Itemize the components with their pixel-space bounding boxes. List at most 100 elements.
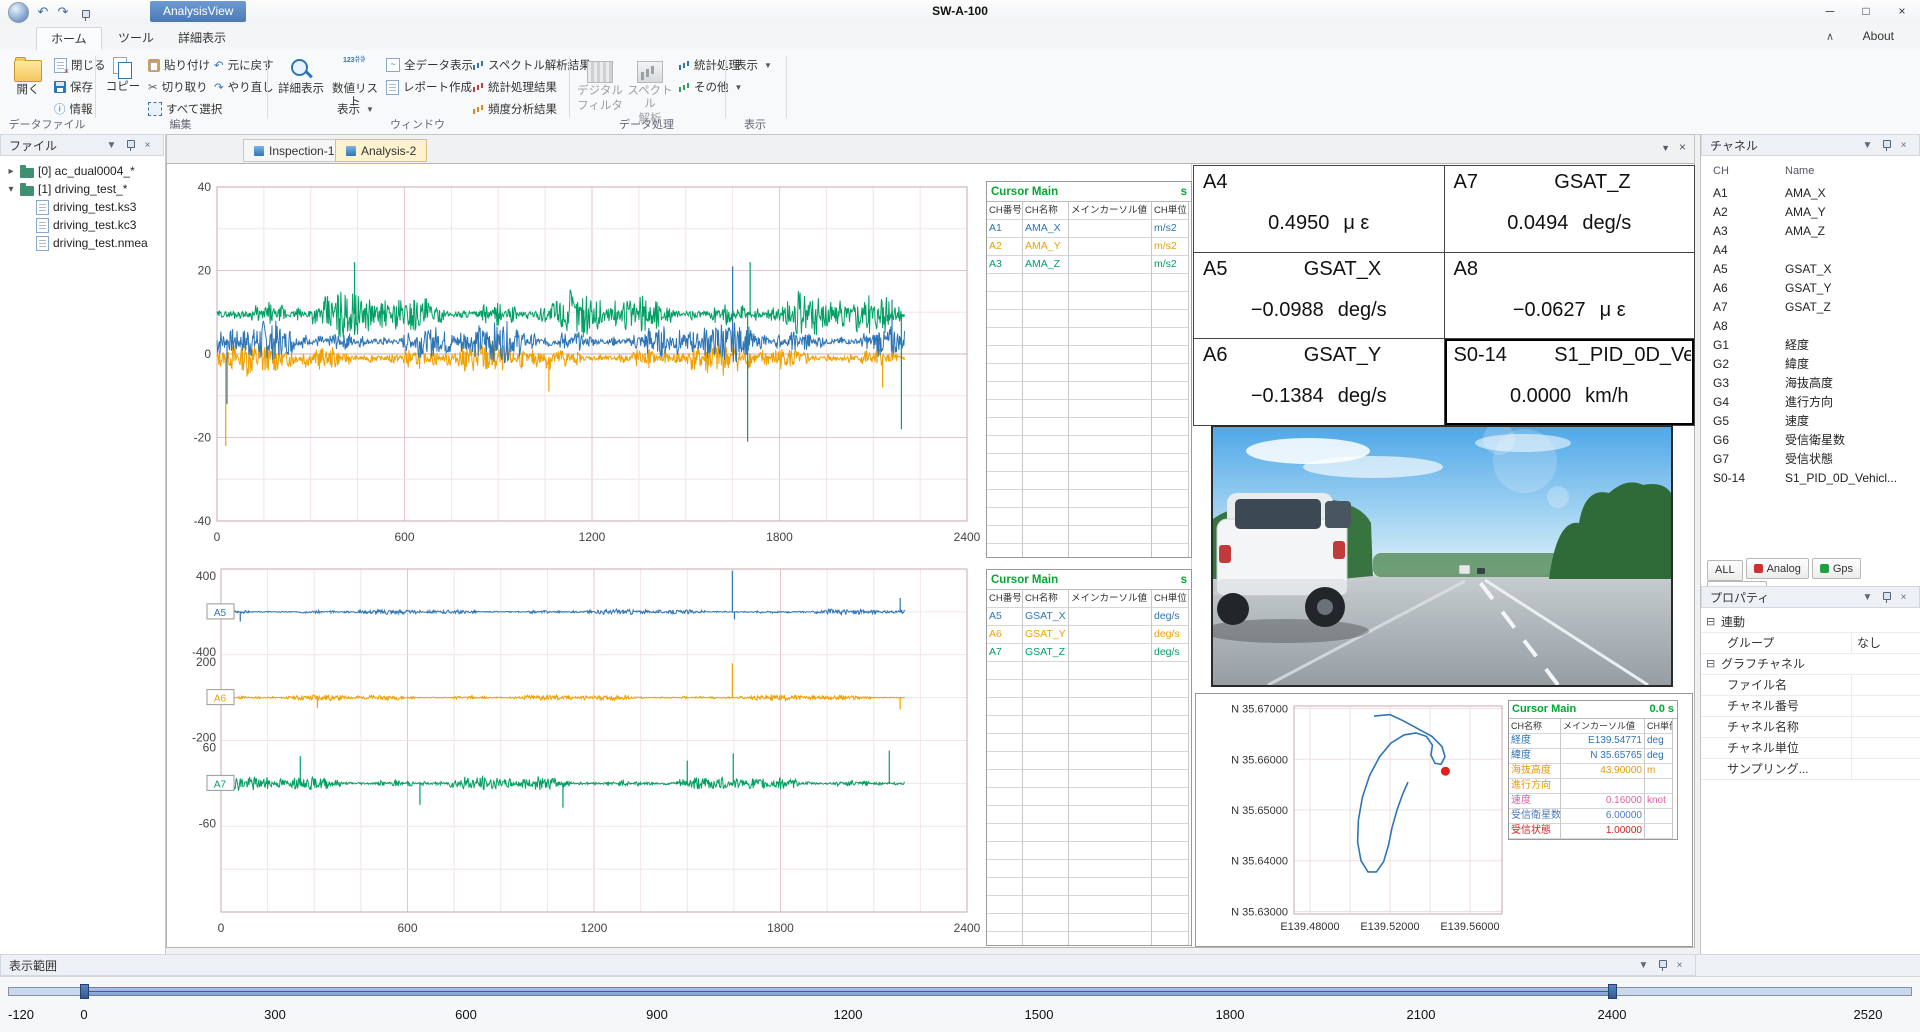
close-icon[interactable]: × (1672, 960, 1687, 971)
channel-row-G4[interactable]: G4進行方向 (1701, 393, 1920, 412)
property-group-グラフチャネル[interactable]: ⊟グラフチャネル (1701, 654, 1920, 675)
channel-row-A4[interactable]: A4 (1701, 241, 1920, 260)
filter-button-analog[interactable]: Analog (1746, 558, 1809, 579)
all-data-view-button[interactable]: ~ 全データ表示 (386, 55, 473, 75)
property-row[interactable]: グループなし (1701, 633, 1920, 654)
channel-row-G1[interactable]: G1経度 (1701, 336, 1920, 355)
stats-result-button[interactable]: 統計処理結果 (472, 77, 557, 97)
application-menu-button[interactable]: AnalysisView (150, 1, 246, 22)
numeric-display-S0-14[interactable]: S0-14S1_PID_0D_Ve0.0000km/h (1445, 339, 1695, 425)
collapse-box-icon[interactable]: ⊟ (1706, 654, 1715, 674)
undo-button[interactable]: ↶ 元に戻す (214, 55, 274, 75)
document-tab-analysis-2[interactable]: Analysis-2 (335, 139, 427, 162)
close-button[interactable]: × (1884, 0, 1920, 23)
tree-item-folder[interactable]: ▾[1] driving_test_* (0, 180, 165, 198)
create-report-button[interactable]: レポート作成 (386, 77, 472, 97)
pin-icon[interactable] (1878, 139, 1893, 152)
spectrum-result-button[interactable]: スペクトル解析結果 (472, 55, 591, 75)
channel-row-G3[interactable]: G3海抜高度 (1701, 374, 1920, 393)
tab-close-icon[interactable]: × (1679, 140, 1686, 154)
channel-row-A7[interactable]: A7GSAT_Z (1701, 298, 1920, 317)
pin-icon[interactable] (122, 139, 137, 152)
cursor-table-row (987, 472, 1191, 490)
numeric-list-button[interactable]: 数値リスト (331, 54, 379, 97)
app-logo-icon[interactable] (8, 2, 29, 23)
dropdown-icon[interactable]: ▼ (104, 140, 119, 151)
filter-button-all[interactable]: ALL (1707, 560, 1743, 581)
property-group-連動[interactable]: ⊟連動 (1701, 612, 1920, 633)
channel-row-G5[interactable]: G5速度 (1701, 412, 1920, 431)
channel-row-A3[interactable]: A3AMA_Z (1701, 222, 1920, 241)
undo-icon[interactable]: ↶ (34, 2, 52, 21)
numeric-display-A4[interactable]: A40.4950μ ε (1194, 166, 1444, 252)
channel-row-A5[interactable]: A5GSAT_X (1701, 260, 1920, 279)
numeric-display-A5[interactable]: A5GSAT_X−0.0988deg/s (1194, 253, 1444, 339)
minimize-button[interactable]: ─ (1812, 0, 1848, 23)
maximize-button[interactable]: □ (1848, 0, 1884, 23)
gyro-waveform-svg[interactable]: 0600120018002400400-400A5200-200A660-60A… (181, 561, 981, 946)
close-file-button[interactable]: 閉じる (54, 55, 106, 75)
tree-item-file[interactable]: driving_test.ks3 (0, 198, 165, 216)
channel-row-G7[interactable]: G7受信状態 (1701, 450, 1920, 469)
tab-detail-view[interactable]: 詳細表示 (164, 27, 240, 49)
gps-cursor-table[interactable]: Cursor Main0.0 sCH名称メインカーソル値CH単位経度E139.5… (1508, 700, 1678, 840)
save-button[interactable]: 保存 (54, 77, 93, 97)
tab-list-dropdown-icon[interactable]: ▼ (1661, 143, 1670, 153)
collapse-box-icon[interactable]: ⊟ (1706, 612, 1715, 632)
document-tab-inspection-1[interactable]: Inspection-1 (243, 139, 345, 162)
cut-button[interactable]: ✂ 切り取り (148, 77, 208, 97)
pin-icon[interactable] (76, 2, 94, 24)
property-row[interactable]: チャネル単位 (1701, 738, 1920, 759)
expander-icon[interactable]: ▾ (6, 184, 16, 195)
detail-view-button[interactable]: 詳細表示 (275, 54, 327, 96)
pin-icon[interactable] (1654, 959, 1669, 972)
acceleration-waveform-chart[interactable]: 060012001800240040200-20-40 (181, 173, 981, 555)
dropdown-icon[interactable]: ▼ (1636, 960, 1651, 971)
cell-name (1023, 418, 1069, 436)
property-row[interactable]: サンプリング... (1701, 759, 1920, 780)
close-icon[interactable]: × (1896, 592, 1911, 603)
copy-button[interactable]: コピー (102, 54, 144, 94)
tree-item-file[interactable]: driving_test.nmea (0, 234, 165, 252)
pin-icon[interactable] (1878, 591, 1893, 604)
expander-icon[interactable]: ▸ (6, 166, 16, 177)
channel-row-A1[interactable]: A1AMA_X (1701, 184, 1920, 203)
property-row[interactable]: チャネル番号 (1701, 696, 1920, 717)
numeric-display-A8[interactable]: A8−0.0627μ ε (1445, 253, 1695, 339)
numeric-display-A7[interactable]: A7GSAT_Z0.0494deg/s (1445, 166, 1695, 252)
other-processing-dropdown[interactable]: その他 ▼ (678, 77, 742, 97)
tab-home[interactable]: ホーム (36, 27, 102, 50)
redo-icon[interactable]: ↷ (54, 2, 72, 21)
dropdown-icon[interactable]: ▼ (1860, 592, 1875, 603)
channel-row-S0-14[interactable]: S0-14S1_PID_0D_Vehicl... (1701, 469, 1920, 488)
cursor-value-table-gyro[interactable]: Cursor MainsCH番号CH名称メインカーソル値CH単位A5GSAT_X… (986, 569, 1192, 946)
channel-row-A2[interactable]: A2AMA_Y (1701, 203, 1920, 222)
statistics-button[interactable]: 統計処理 (678, 55, 740, 75)
collapse-ribbon-icon[interactable]: ∧ (1826, 30, 1834, 43)
channel-row-A6[interactable]: A6GSAT_Y (1701, 279, 1920, 298)
tree-item-file[interactable]: driving_test.kc3 (0, 216, 165, 234)
close-icon[interactable]: × (140, 140, 155, 151)
channel-row-G6[interactable]: G6受信衛星数 (1701, 431, 1920, 450)
close-icon[interactable]: × (1896, 140, 1911, 151)
channel-row-G2[interactable]: G2緯度 (1701, 355, 1920, 374)
numeric-display-A6[interactable]: A6GSAT_Y−0.1384deg/s (1194, 339, 1444, 425)
range-end-handle[interactable] (1608, 984, 1617, 999)
about-button[interactable]: About (1863, 29, 1894, 43)
tree-item-folder[interactable]: ▸[0] ac_dual0004_* (0, 162, 165, 180)
gyro-waveform-chart[interactable]: 0600120018002400400-400A5200-200A660-60A… (181, 561, 981, 946)
open-file-button[interactable]: 開く (6, 54, 50, 97)
range-start-handle[interactable] (80, 984, 89, 999)
acceleration-waveform-svg[interactable]: 060012001800240040200-20-40 (181, 173, 981, 555)
dropdown-icon[interactable]: ▼ (1860, 140, 1875, 151)
filter-button-gps[interactable]: Gps (1812, 558, 1861, 579)
tab-tools[interactable]: ツール (104, 27, 168, 49)
view-dropdown[interactable]: 表示 ▼ (735, 55, 772, 75)
cursor-value-table-acceleration[interactable]: Cursor MainsCH番号CH名称メインカーソル値CH単位A1AMA_Xm… (986, 181, 1192, 558)
property-row[interactable]: ファイル名 (1701, 675, 1920, 696)
paste-button[interactable]: 貼り付け (148, 55, 210, 75)
property-row[interactable]: チャネル名称 (1701, 717, 1920, 738)
redo-button[interactable]: ↷ やり直し (214, 77, 274, 97)
channel-row-A8[interactable]: A8 (1701, 317, 1920, 336)
digital-filter-button[interactable]: デジタル フィルタ (577, 54, 623, 113)
